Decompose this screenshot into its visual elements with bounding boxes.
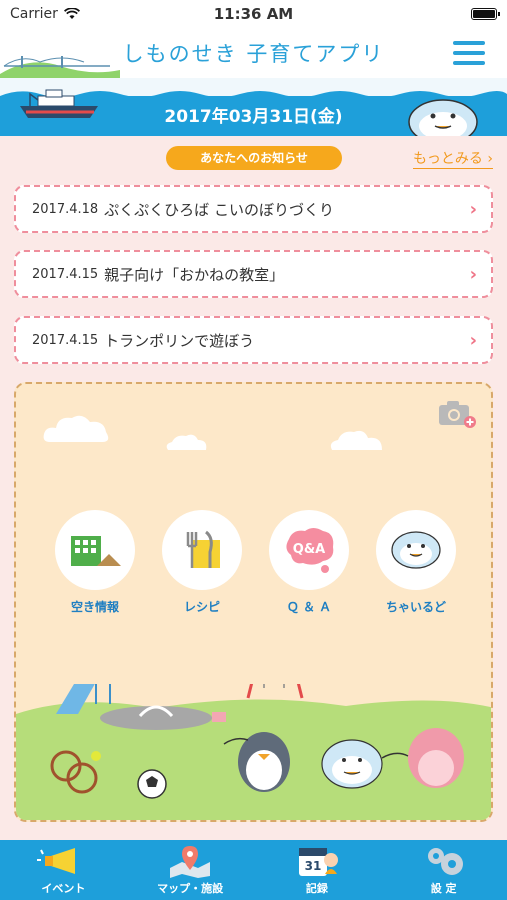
svg-text:Q&A: Q&A	[293, 542, 325, 557]
qa-button[interactable]: Q&A Ｑ ＆ Ａ	[266, 510, 352, 615]
notice-title: 親子向け「おかねの教室」	[104, 265, 285, 284]
chevron-right-icon: ›	[469, 330, 477, 351]
notice-header: あなたへのお知らせ もっとみる ›	[0, 146, 507, 170]
more-link[interactable]: もっとみる ›	[412, 148, 493, 169]
tab-settings[interactable]: 設 定	[380, 840, 507, 900]
cloud-decoration	[330, 430, 382, 450]
tab-settings-label: 設 定	[430, 882, 457, 895]
vacancy-info-button[interactable]: 空き情報	[52, 510, 138, 615]
notice-date: 2017.4.15	[32, 332, 99, 348]
carrier-label: Carrier	[10, 6, 58, 22]
recipe-label: レシピ	[183, 600, 220, 614]
park-illustration	[16, 684, 491, 820]
tab-map[interactable]: マップ・施設	[127, 840, 254, 900]
menu-bar	[453, 61, 485, 65]
child-label: ちゃいるど	[385, 600, 446, 614]
gear-icon	[427, 848, 463, 875]
menu-bar	[453, 51, 485, 55]
more-link-label: もっとみる	[412, 151, 483, 167]
tab-bar: イベント マップ・施設 31 記録 設 定	[0, 840, 507, 900]
vacancy-info-label: 空き情報	[70, 600, 119, 614]
date-band: 2017年03月31日(金)	[0, 78, 507, 136]
camera-add-icon[interactable]	[437, 398, 477, 430]
notice-date: 2017.4.18	[32, 201, 99, 217]
tab-record[interactable]: 31 記録	[254, 840, 381, 900]
cutlery-icon	[186, 530, 220, 568]
notice-title: ぷくぷくひろば こいのぼりづくり	[104, 200, 334, 219]
menu-bar	[453, 41, 485, 45]
battery-icon	[471, 8, 500, 20]
qa-bubble-icon: Q&A	[286, 528, 334, 573]
notice-date: 2017.4.15	[32, 266, 99, 282]
recipe-button[interactable]: レシピ	[159, 510, 245, 615]
chevron-right-icon: ›	[469, 264, 477, 285]
mascot-icon	[391, 531, 441, 569]
notice-title: トランポリンで遊ぼう	[104, 331, 255, 350]
playground-panel: 空き情報 レシピ Q&A Ｑ ＆ Ａ ちゃいるど	[14, 382, 493, 822]
wifi-icon	[63, 8, 80, 19]
mascot-icon	[408, 99, 478, 136]
qa-label: Ｑ ＆ Ａ	[286, 600, 332, 614]
notice-heading-badge: あなたへのお知らせ	[166, 146, 342, 170]
hamburger-menu-button[interactable]	[453, 41, 485, 65]
megaphone-icon	[37, 848, 76, 874]
svg-text:31: 31	[305, 859, 322, 873]
tab-event[interactable]: イベント	[0, 840, 127, 900]
cloud-decoration	[43, 415, 109, 442]
app-header: しものせき 子育てアプリ	[0, 28, 507, 78]
building-icon	[71, 536, 121, 566]
status-bar: Carrier 11:36 AM	[0, 0, 507, 28]
tab-map-label: マップ・施設	[157, 882, 224, 895]
map-pin-icon	[170, 846, 211, 878]
notice-item[interactable]: 2017.4.15 親子向け「おかねの教室」 ›	[14, 250, 493, 298]
calendar-icon: 31	[298, 848, 338, 876]
cloud-decoration	[166, 434, 207, 450]
tab-event-label: イベント	[41, 882, 86, 895]
chevron-right-icon: ›	[469, 199, 477, 220]
notice-item[interactable]: 2017.4.15 トランポリンで遊ぼう ›	[14, 316, 493, 364]
app-title: しものせき 子育てアプリ	[122, 42, 385, 66]
child-button[interactable]: ちゃいるど	[373, 510, 459, 615]
tab-record-label: 記録	[305, 882, 328, 895]
chevron-right-icon: ›	[487, 151, 493, 167]
notice-item[interactable]: 2017.4.18 ぷくぷくひろば こいのぼりづくり ›	[14, 185, 493, 233]
